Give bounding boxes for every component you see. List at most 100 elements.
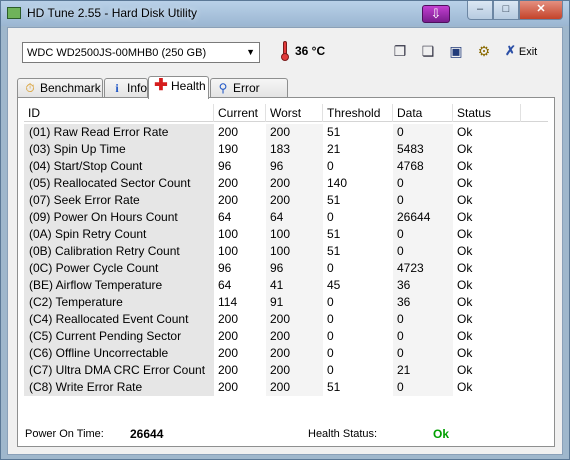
download-arrow-icon[interactable]: ⇩ <box>422 5 450 23</box>
chevron-down-icon: ▼ <box>246 47 255 57</box>
cell-threshold: 51 <box>327 227 341 241</box>
table-row[interactable]: (0B) Calibration Retry Count 100 100 51 0 Ok <box>24 243 521 260</box>
app-window: HD Tune 2.55 - Hard Disk Utility ⇩ – □ ✕… <box>0 0 570 460</box>
cell-worst: 100 <box>266 226 323 243</box>
cell-worst: 200 <box>266 328 323 345</box>
table-row[interactable]: (C2) Temperature 114 91 0 36 Ok <box>24 294 521 311</box>
table-row[interactable]: (05) Reallocated Sector Count 200 200 140 0 O… <box>24 175 521 192</box>
minimize-button[interactable]: – <box>467 1 493 20</box>
app-icon <box>7 7 21 19</box>
drive-select[interactable]: WDC WD2500JS-00MHB0 (250 GB) ▼ <box>22 42 260 63</box>
exit-button[interactable]: ✗ Exit <box>505 43 537 59</box>
options-icon[interactable]: ⚙ <box>474 41 494 61</box>
cell-threshold: 0 <box>327 329 334 343</box>
copy-icon[interactable]: ❐ <box>390 41 410 61</box>
save-icon[interactable]: ▣ <box>446 41 466 61</box>
table-row[interactable]: (C5) Current Pending Sector 200 200 0 0 Ok <box>24 328 521 345</box>
tab-benchmark[interactable]: ⏱ Benchmark <box>17 78 103 98</box>
cell-id: (0C) Power Cycle Count <box>24 260 214 277</box>
cell-id: (BE) Airflow Temperature <box>24 277 214 294</box>
column-header-data[interactable]: Data <box>393 104 453 122</box>
title-bar[interactable]: HD Tune 2.55 - Hard Disk Utility ⇩ – □ ✕ <box>1 1 569 26</box>
tab-error-scan[interactable]: ⚲ Error Scan <box>210 78 288 113</box>
table-row[interactable]: (0C) Power Cycle Count 96 96 0 4723 Ok <box>24 260 521 277</box>
cell-status: Ok <box>457 244 473 258</box>
close-button[interactable]: ✕ <box>519 1 563 20</box>
cell-current: 96 <box>218 159 232 173</box>
cell-status: Ok <box>457 312 473 326</box>
cell-current: 190 <box>218 142 239 156</box>
cell-id: (09) Power On Hours Count <box>24 209 214 226</box>
drive-select-value: WDC WD2500JS-00MHB0 (250 GB) <box>27 47 207 59</box>
cell-data: 0 <box>393 226 453 243</box>
cell-threshold: 51 <box>327 244 341 258</box>
cell-worst: 41 <box>266 277 323 294</box>
cell-worst: 200 <box>266 345 323 362</box>
tab-health[interactable]: ✚ Health <box>148 76 209 99</box>
cell-id: (03) Spin Up Time <box>24 141 214 158</box>
cell-data: 21 <box>393 362 453 379</box>
cell-data: 36 <box>393 277 453 294</box>
table-row[interactable]: (04) Start/Stop Count 96 96 0 4768 Ok <box>24 158 521 175</box>
power-on-time-label: Power On Time: <box>25 428 104 440</box>
window-title: HD Tune 2.55 - Hard Disk Utility <box>27 6 198 20</box>
cell-id: (C5) Current Pending Sector <box>24 328 214 345</box>
cell-id: (04) Start/Stop Count <box>24 158 214 175</box>
cell-data: 36 <box>393 294 453 311</box>
cell-worst: 100 <box>266 243 323 260</box>
cell-threshold: 0 <box>327 363 334 377</box>
cell-status: Ok <box>457 210 473 224</box>
table-row[interactable]: (03) Spin Up Time 190 183 21 5483 Ok <box>24 141 521 158</box>
cell-status: Ok <box>457 380 473 394</box>
cell-status: Ok <box>457 193 473 207</box>
cell-current: 200 <box>218 193 239 207</box>
cell-status: Ok <box>457 227 473 241</box>
cell-threshold: 45 <box>327 278 341 292</box>
cell-threshold: 0 <box>327 210 334 224</box>
cell-current: 64 <box>218 278 232 292</box>
exit-icon: ✗ <box>505 43 516 58</box>
cell-status: Ok <box>457 295 473 309</box>
tab-info[interactable]: i Info <box>104 78 148 98</box>
column-header-id[interactable]: ID <box>24 104 214 122</box>
copy-all-icon[interactable]: ❏ <box>418 41 438 61</box>
cell-threshold: 51 <box>327 193 341 207</box>
cell-current: 200 <box>218 363 239 377</box>
table-row[interactable]: (C6) Offline Uncorrectable 200 200 0 0 Ok <box>24 345 521 362</box>
table-row[interactable]: (C8) Write Error Rate 200 200 51 0 Ok <box>24 379 521 396</box>
maximize-button[interactable]: □ <box>493 1 519 20</box>
cell-threshold: 0 <box>327 295 334 309</box>
cell-current: 114 <box>218 295 238 309</box>
cell-status: Ok <box>457 329 473 343</box>
cell-current: 96 <box>218 261 232 275</box>
table-row[interactable]: (0A) Spin Retry Count 100 100 51 0 Ok <box>24 226 521 243</box>
cell-worst: 64 <box>266 209 323 226</box>
cell-status: Ok <box>457 125 473 139</box>
cell-id: (07) Seek Error Rate <box>24 192 214 209</box>
cell-worst: 200 <box>266 379 323 396</box>
column-header-status[interactable]: Status <box>453 104 521 122</box>
cell-id: (05) Reallocated Sector Count <box>24 175 214 192</box>
exit-label: Exit <box>518 46 538 58</box>
cell-id: (0B) Calibration Retry Count <box>24 243 214 260</box>
table-row[interactable]: (07) Seek Error Rate 200 200 51 0 Ok <box>24 192 521 209</box>
column-header-worst[interactable]: Worst <box>266 104 323 122</box>
cell-status: Ok <box>457 346 473 360</box>
cell-threshold: 0 <box>327 312 334 326</box>
cell-current: 100 <box>218 244 239 258</box>
column-header-threshold[interactable]: Threshold <box>323 104 393 122</box>
tab-label: Health <box>171 79 206 93</box>
cell-id: (0A) Spin Retry Count <box>24 226 214 243</box>
table-row[interactable]: (C7) Ultra DMA CRC Error Count 200 200 0 21 O… <box>24 362 521 379</box>
cell-threshold: 0 <box>327 159 334 173</box>
tab-label: Benchmark <box>40 81 101 95</box>
table-row[interactable]: (09) Power On Hours Count 64 64 0 26644 Ok <box>24 209 521 226</box>
table-row[interactable]: (BE) Airflow Temperature 64 41 45 36 Ok <box>24 277 521 294</box>
column-header-current[interactable]: Current <box>214 104 266 122</box>
cell-current: 100 <box>218 227 239 241</box>
table-row[interactable]: (01) Raw Read Error Rate 200 200 51 0 Ok <box>24 124 521 141</box>
cell-id: (C6) Offline Uncorrectable <box>24 345 214 362</box>
cell-data: 0 <box>393 243 453 260</box>
table-row[interactable]: (C4) Reallocated Event Count 200 200 0 0 Ok <box>24 311 521 328</box>
cell-data: 0 <box>393 192 453 209</box>
